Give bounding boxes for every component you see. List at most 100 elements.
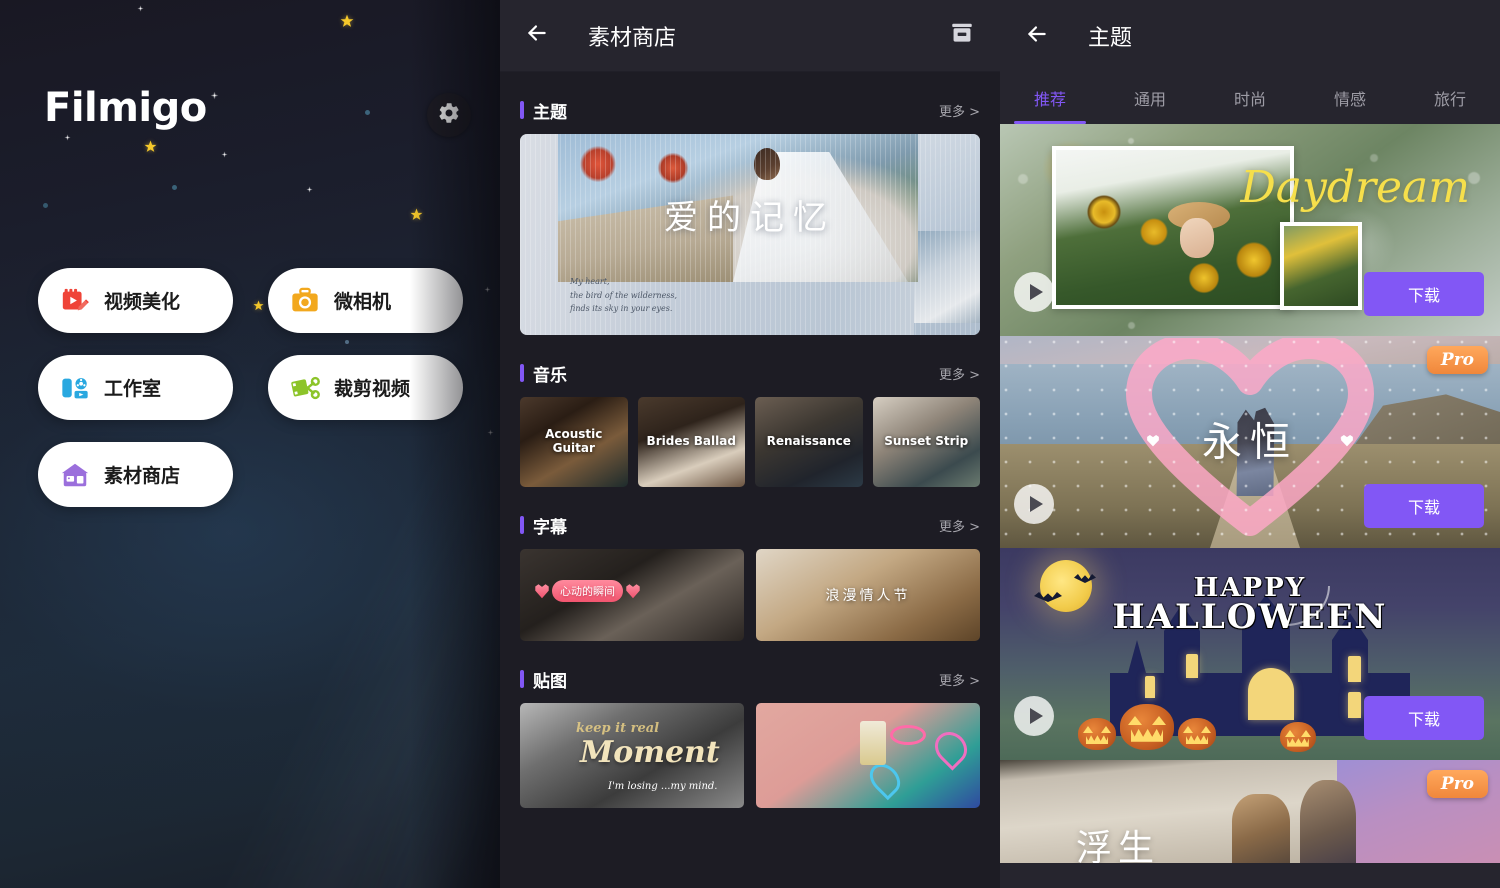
section-title: 主题 xyxy=(533,102,567,123)
banner-side-photo xyxy=(914,231,980,323)
menu-item-label: 裁剪视频 xyxy=(334,378,411,400)
person-shape xyxy=(1232,794,1290,863)
banner-title: 爱的记忆 xyxy=(664,198,836,238)
theme-card[interactable]: 永恒 Pro 下载 xyxy=(1000,336,1500,548)
pumpkin-icon xyxy=(1078,718,1116,750)
section-more-link[interactable]: 更多 > xyxy=(939,364,980,383)
film-edit-icon xyxy=(58,284,92,318)
sparkle-icon xyxy=(220,150,229,159)
arrow-left-icon xyxy=(524,20,550,51)
download-button[interactable]: 下载 xyxy=(1364,272,1484,316)
app-logo: Filmigo xyxy=(44,85,220,131)
section-title: 字幕 xyxy=(533,517,567,538)
theme-card[interactable]: 浮生 Pro xyxy=(1000,760,1500,863)
tab-recommend[interactable]: 推荐 xyxy=(1000,72,1100,124)
play-icon xyxy=(1029,284,1043,300)
play-button[interactable] xyxy=(1014,484,1054,524)
music-card[interactable]: Acoustic Guitar xyxy=(520,397,628,487)
sticker-line-1: keep it real xyxy=(576,721,660,736)
camera-icon xyxy=(288,284,322,318)
tab-travel[interactable]: 旅行 xyxy=(1400,72,1500,124)
tab-fashion[interactable]: 时尚 xyxy=(1200,72,1300,124)
music-card-title: Renaissance xyxy=(766,434,851,449)
logo-text: Filmigo xyxy=(44,85,207,131)
subtitle-card[interactable]: 心动的瞬间 xyxy=(520,549,744,641)
menu-item-material-store[interactable]: 素材商店 xyxy=(38,442,233,507)
theme-header: 主题 xyxy=(1000,0,1500,72)
menu-row-2: 工作室 裁剪视频 xyxy=(0,355,500,420)
section-header-theme: 主题 更多 > xyxy=(500,86,1000,134)
menu-item-studio[interactable]: 工作室 xyxy=(38,355,233,420)
theme-card-list[interactable]: Daydream 下载 永恒 Pro 下载 HAPPY HALLOWEEN 下载… xyxy=(1000,124,1500,863)
play-button[interactable] xyxy=(1014,696,1054,736)
theme-title: HAPPY HALLOWEEN xyxy=(1112,575,1387,634)
menu-item-label: 视频美化 xyxy=(104,291,181,313)
tab-label: 通用 xyxy=(1133,90,1166,109)
gear-icon xyxy=(437,101,461,130)
neon-heart-icon xyxy=(928,725,974,771)
download-button[interactable]: 下载 xyxy=(1364,696,1484,740)
theme-tabs: 推荐 通用 时尚 情感 旅行 xyxy=(1000,72,1500,124)
tab-label: 旅行 xyxy=(1433,90,1466,109)
caption-line: the bird of the wilderness, xyxy=(570,290,678,300)
archive-button[interactable] xyxy=(946,20,978,52)
caption-line: finds its sky in your eyes. xyxy=(570,303,673,313)
scissors-film-icon xyxy=(288,371,322,405)
menu-item-video-beautify[interactable]: 视频美化 xyxy=(38,268,233,333)
tab-general[interactable]: 通用 xyxy=(1100,72,1200,124)
music-card-title: Brides Ballad xyxy=(646,434,736,449)
bride-head-shape xyxy=(754,148,780,180)
app-root: Filmigo 视频美化 微相机 工作室 裁剪视频 素材商店 素材商店 主题 更… xyxy=(0,0,1500,888)
tab-label: 时尚 xyxy=(1233,90,1266,109)
sticker-line-3: I'm losing ...my mind. xyxy=(608,781,718,792)
theme-title: Daydream xyxy=(1240,162,1470,213)
menu-item-micro-camera[interactable]: 微相机 xyxy=(268,268,463,333)
home-menu: 视频美化 微相机 工作室 裁剪视频 素材商店 xyxy=(0,268,500,529)
music-card[interactable]: Renaissance xyxy=(755,397,863,487)
sticker-card[interactable] xyxy=(756,703,980,808)
music-card[interactable]: Sunset Strip xyxy=(872,397,980,487)
store-header: 素材商店 xyxy=(500,0,1000,72)
sticker-card[interactable]: keep it real Moment I'm losing ...my min… xyxy=(520,703,744,808)
page-title: 主题 xyxy=(1088,26,1133,51)
back-button[interactable] xyxy=(520,19,554,53)
section-more-link[interactable]: 更多 > xyxy=(939,101,980,120)
sparkle-icon xyxy=(136,4,145,13)
arrow-left-icon xyxy=(1024,21,1050,52)
section-header-music: 音乐 更多 > xyxy=(500,349,1000,397)
person-shape xyxy=(1300,780,1356,863)
heart-label-group: 心动的瞬间 xyxy=(534,580,641,602)
heart-icon xyxy=(626,584,640,599)
section-more-link[interactable]: 更多 > xyxy=(939,670,980,689)
subtitle-card-title: 浪漫情人节 xyxy=(825,588,911,604)
menu-item-label: 工作室 xyxy=(104,378,162,400)
face-shape xyxy=(1180,218,1214,258)
star-dot xyxy=(172,185,177,190)
subtitle-card[interactable]: 浪漫情人节 xyxy=(756,549,980,641)
tab-emotion[interactable]: 情感 xyxy=(1300,72,1400,124)
menu-item-label: 素材商店 xyxy=(104,465,181,487)
sticker-card-list: keep it real Moment I'm losing ...my min… xyxy=(500,703,1000,808)
star-dot xyxy=(365,110,370,115)
play-button[interactable] xyxy=(1014,272,1054,312)
section-accent-bar xyxy=(520,516,524,534)
settings-button[interactable] xyxy=(427,93,471,137)
theme-banner-card[interactable]: 爱的记忆 My heart, the bird of the wildernes… xyxy=(520,134,980,335)
download-button[interactable]: 下载 xyxy=(1364,484,1484,528)
music-card[interactable]: Brides Ballad xyxy=(637,397,745,487)
music-card-title: Sunset Strip xyxy=(884,434,969,449)
neon-swirl-icon xyxy=(890,725,926,745)
sticker-line-2: Moment xyxy=(580,735,720,770)
store-body[interactable]: 主题 更多 > 爱的记忆 My heart, the bird of the w… xyxy=(500,72,1000,888)
theme-card[interactable]: HAPPY HALLOWEEN 下载 xyxy=(1000,548,1500,760)
back-button[interactable] xyxy=(1020,19,1054,53)
theme-preview-photo-secondary xyxy=(1280,222,1362,310)
section-header-sticker: 贴图 更多 > xyxy=(500,655,1000,703)
section-title: 贴图 xyxy=(533,671,567,692)
theme-card[interactable]: Daydream 下载 xyxy=(1000,124,1500,336)
section-more-link[interactable]: 更多 > xyxy=(939,516,980,535)
star-dot xyxy=(43,203,48,208)
menu-item-trim-video[interactable]: 裁剪视频 xyxy=(268,355,463,420)
subtitle-card-title: 心动的瞬间 xyxy=(552,580,623,602)
menu-row-3: 素材商店 xyxy=(0,442,500,507)
